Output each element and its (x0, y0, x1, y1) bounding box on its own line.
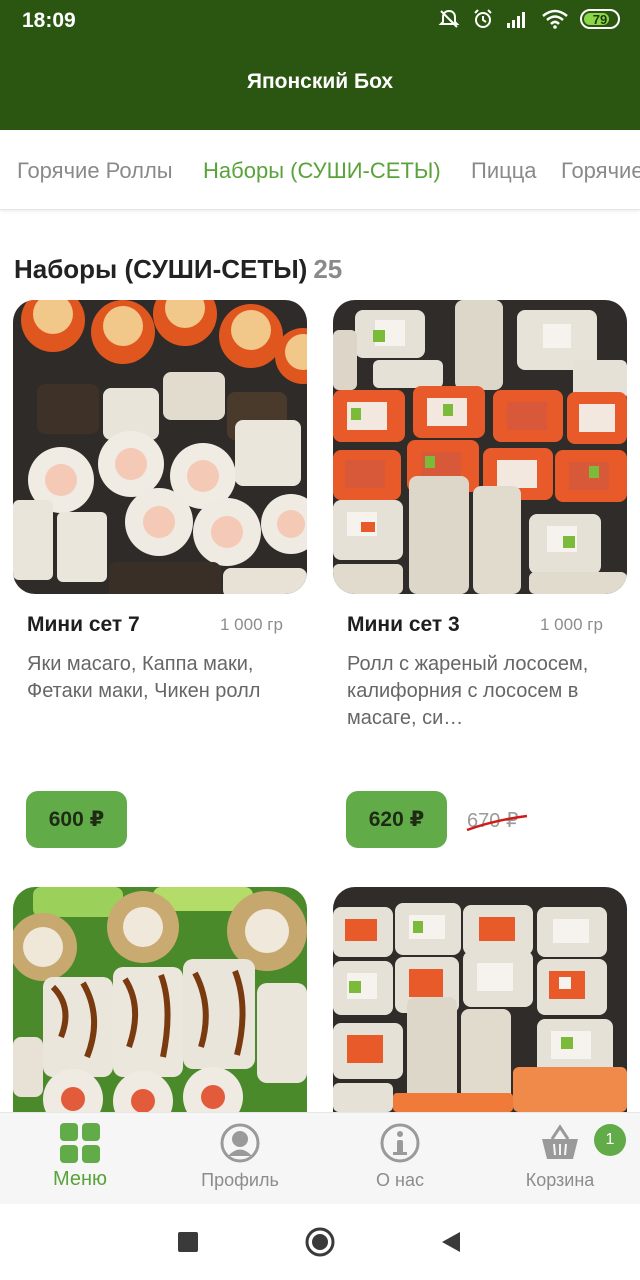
product-weight: 1 000 гр (220, 615, 283, 634)
nav-label: Профиль (201, 1170, 279, 1190)
product-name[interactable]: Мини сет 3 (347, 613, 460, 637)
basket-icon (542, 1124, 578, 1159)
tab-hot[interactable]: Горячие (561, 158, 640, 184)
section-count: 25 (313, 254, 343, 284)
profile-icon (220, 1123, 260, 1163)
status-icons: 79 (438, 8, 620, 30)
price-button[interactable]: 600 ₽ (26, 791, 127, 848)
bottom-nav: Меню Профиль О нас Корзина (0, 1112, 640, 1204)
status-time: 18:09 (22, 9, 76, 32)
product-image[interactable] (13, 300, 307, 594)
product-description: Яки масаго, Каппа маки, Фетаки маки, Чик… (27, 653, 261, 702)
wifi-icon (542, 9, 568, 29)
info-icon (380, 1123, 420, 1163)
tab-hot-rolls[interactable]: Горячие Роллы (17, 158, 173, 184)
battery-text: 79 (592, 11, 608, 27)
grid-menu-icon (60, 1123, 100, 1163)
nav-label: О нас (376, 1170, 424, 1190)
back-icon[interactable] (441, 1231, 461, 1253)
price-button[interactable]: 620 ₽ (346, 791, 447, 848)
tab-sushi-sets[interactable]: Наборы (СУШИ-СЕТЫ) (203, 158, 441, 184)
status-bar: 18:09 79 (0, 0, 640, 40)
home-icon[interactable] (305, 1227, 335, 1257)
product-image[interactable] (333, 300, 627, 594)
section-title: Наборы (СУШИ-СЕТЫ) (14, 254, 308, 284)
category-tabs: Горячие Роллы Наборы (СУШИ-СЕТЫ) Пицца Г… (0, 130, 640, 210)
product-image[interactable] (13, 887, 307, 1112)
nav-profile[interactable]: Профиль (160, 1113, 320, 1205)
tab-pizza[interactable]: Пицца (471, 158, 537, 184)
recents-icon[interactable] (178, 1232, 198, 1252)
app-bar: 18:09 79 Японский Бох (0, 0, 640, 130)
alarm-off-icon (438, 9, 460, 28)
product-weight: 1 000 гр (540, 615, 603, 634)
nav-label: Корзина (525, 1170, 595, 1190)
nav-about[interactable]: О нас (320, 1113, 480, 1205)
section-heading: Наборы (СУШИ-СЕТЫ) 25 (14, 254, 342, 285)
signal-icon (507, 12, 525, 28)
system-nav-bar (0, 1204, 640, 1280)
battery-icon: 79 (580, 9, 620, 29)
product-description: Ролл с жареный лососем, калифорния с лос… (347, 653, 589, 729)
alarm-icon (474, 9, 492, 28)
strikethrough-mark (466, 814, 528, 832)
product-name[interactable]: Мини сет 7 (27, 613, 140, 637)
nav-label: Меню (52, 1168, 108, 1190)
cart-badge: 1 (594, 1124, 626, 1156)
page-title: Японский Бох (246, 70, 394, 93)
old-price: 670 ₽ (466, 808, 528, 833)
nav-menu[interactable]: Меню (0, 1113, 160, 1205)
product-image[interactable] (333, 887, 627, 1112)
